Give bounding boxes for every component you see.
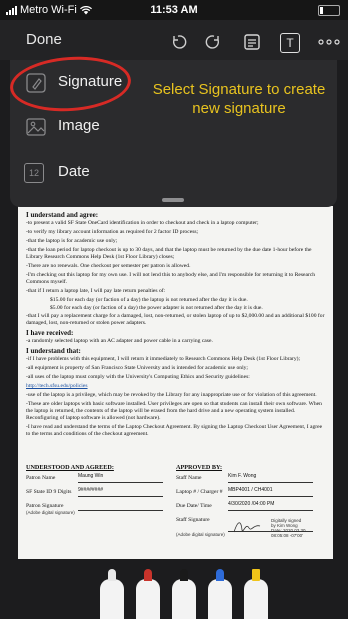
field-value[interactable]: 4/30/2020 /04:00 PM: [228, 501, 313, 511]
more-line: -use of the laptop is a privilege, which…: [26, 392, 317, 398]
blue-marker[interactable]: [208, 569, 232, 619]
signature-box[interactable]: [78, 501, 163, 511]
laptop-charger-field: Laptop # / Charger # MBP4001 / CH4001: [176, 487, 316, 499]
red-marker[interactable]: [136, 569, 160, 619]
field-label: Laptop # / Charger #: [176, 489, 223, 495]
handwritten-signature: [233, 522, 261, 533]
replacement-line: -that I will pay a replacement charge fo…: [26, 313, 325, 326]
top-toolbar: Done T: [0, 20, 348, 60]
done-button[interactable]: Done: [26, 31, 62, 48]
field-value[interactable]: Maung Win: [78, 473, 163, 483]
understand-line: -all uses of the laptop must comply with…: [26, 374, 250, 380]
black-marker[interactable]: [172, 569, 196, 619]
field-label: SF State ID 9 Digits: [26, 489, 72, 495]
undo-icon[interactable]: [167, 31, 189, 53]
digital-signature-line: 08:05:08 -07'00': [271, 533, 303, 538]
yellow-highlighter[interactable]: [244, 569, 268, 619]
agree-line: -that if I return a laptop late, I will …: [26, 288, 166, 294]
digital-signature-block: Digitally signed by Kim Wong Date: 2020.…: [271, 518, 306, 538]
marker-tip: [216, 569, 224, 581]
field-value[interactable]: Kim F. Wong: [228, 473, 313, 483]
understand-line: -all equipment is property of San Franci…: [26, 365, 248, 371]
markup-tray: [18, 560, 333, 619]
callout-line: Select Signature to create: [152, 81, 326, 98]
agree-line: -that the loan period for laptop checkou…: [26, 247, 312, 260]
marker-tip: [144, 569, 152, 581]
patron-name-field: Patron Name Maung Win: [26, 473, 166, 485]
approver-column: APPROVED BY: Staff Name Kim F. Wong Lapto…: [176, 464, 316, 538]
battery-icon: [318, 5, 340, 16]
status-bar: Metro Wi-Fi 11:53 AM: [0, 0, 348, 20]
penalty-bullet: $5.00 for each day (or faction of a day)…: [50, 305, 263, 311]
marker-tip: [252, 569, 260, 581]
white-marker[interactable]: [100, 569, 124, 619]
field-label: Due Date/ Time: [176, 503, 212, 509]
more-line: -I have read and understand the terms of…: [26, 424, 323, 437]
redo-icon[interactable]: [203, 31, 225, 53]
agree-line: -that the laptop is for academic use onl…: [26, 238, 118, 244]
heading-received: I have received:: [26, 329, 74, 337]
approved-header: APPROVED BY:: [176, 464, 223, 471]
signature-form: UNDERSTOOD AND AGREED: Patron Name Maung …: [26, 464, 326, 554]
instruction-callout: Select Signature to create new signature: [139, 80, 339, 118]
marker-tip: [108, 569, 116, 581]
image-icon: [26, 118, 46, 136]
text-tool-button[interactable]: T: [280, 33, 300, 53]
calendar-icon: 12: [24, 163, 44, 183]
clock: 11:53 AM: [150, 4, 198, 16]
menu-item-label: Date: [58, 163, 90, 180]
field-value[interactable]: 9########: [78, 487, 163, 497]
callout-line: new signature: [192, 100, 286, 117]
field-label: Staff Signature: [176, 517, 210, 523]
document-page[interactable]: I understand and agree: -to present a va…: [18, 206, 333, 559]
agree-line: -There are no renewals. One checkout per…: [26, 263, 191, 269]
signature-sublabel: (Adobe digital signature): [26, 510, 75, 515]
policy-link[interactable]: http://tech.sfsu.edu/policies: [26, 383, 325, 390]
staff-name-field: Staff Name Kim F. Wong: [176, 473, 316, 485]
menu-item-date[interactable]: 12 Date: [10, 153, 337, 195]
signature-sublabel: (Adobe digital signature): [176, 532, 225, 537]
field-label: Patron Signature: [26, 503, 64, 509]
more-line: -These are older laptops with basic soft…: [26, 401, 322, 421]
markup-icon[interactable]: [242, 31, 264, 53]
patron-id-field: SF State ID 9 Digits 9########: [26, 487, 166, 499]
heading-understand: I understand that:: [26, 347, 81, 355]
due-date-field: Due Date/ Time 4/30/2020 /04:00 PM: [176, 501, 316, 513]
agree-line: -I'm checking out this laptop for my own…: [26, 272, 316, 285]
menu-item-label: Image: [58, 117, 100, 134]
field-value[interactable]: MBP4001 / CH4001: [228, 487, 313, 497]
marker-tip: [180, 569, 188, 581]
received-line: -a randomly selected laptop with an AC a…: [26, 338, 213, 344]
menu-drag-handle[interactable]: [162, 198, 184, 202]
field-label: Patron Name: [26, 475, 56, 481]
more-icon[interactable]: [318, 31, 340, 53]
agree-line: -to verify my library account informatio…: [26, 229, 199, 235]
heading-agree: I understand and agree:: [26, 211, 99, 219]
understand-line: -if I have problems with this equipment,…: [26, 356, 301, 362]
penalty-bullet: $15.00 for each day (or faction of a day…: [50, 297, 248, 303]
field-label: Staff Name: [176, 475, 202, 481]
patron-column: UNDERSTOOD AND AGREED: Patron Name Maung …: [26, 464, 166, 515]
agree-line: -to present a valid SF State OneCard ide…: [26, 220, 259, 226]
understood-header: UNDERSTOOD AND AGREED:: [26, 464, 114, 471]
